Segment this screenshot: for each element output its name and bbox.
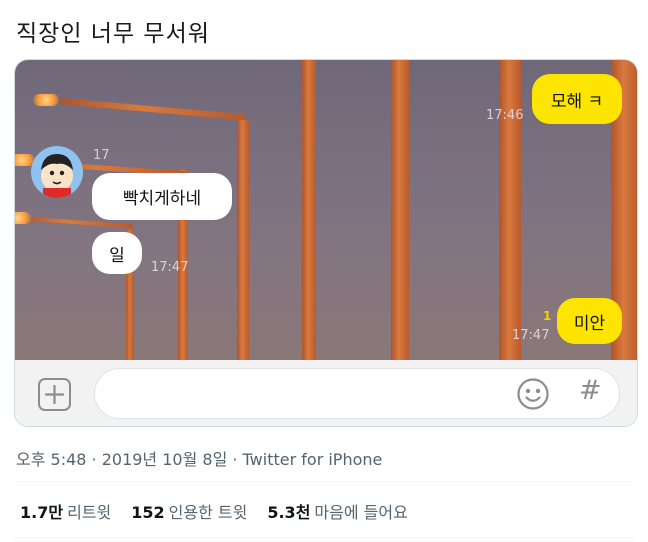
quote-count: 152 bbox=[131, 503, 165, 522]
message-time: 17:46 bbox=[486, 108, 524, 123]
street-lamp bbox=[33, 94, 59, 106]
street-lamp bbox=[15, 212, 31, 224]
emoji-icon bbox=[517, 378, 549, 410]
their-message-bubble[interactable]: 빡치게하네 bbox=[92, 173, 232, 220]
quote-stat[interactable]: 152 인용한 트윗 bbox=[131, 499, 247, 523]
media-card[interactable]: 17:46 모해 ㅋ 17 빡치게하네 일 17:47 1 17:47 미안 # bbox=[14, 59, 638, 427]
like-count: 5.3천 bbox=[267, 503, 311, 522]
retweet-label: 리트윗 bbox=[67, 503, 112, 522]
quote-label: 인용한 트윗 bbox=[168, 503, 248, 522]
street-pole-arm bbox=[58, 98, 245, 121]
emoji-button[interactable] bbox=[516, 377, 550, 411]
street-pole bbox=[237, 120, 249, 360]
avatar[interactable] bbox=[31, 146, 83, 198]
street-pole bbox=[302, 60, 316, 360]
my-message-bubble[interactable]: 미안 bbox=[557, 298, 622, 344]
divider bbox=[14, 537, 634, 538]
divider bbox=[14, 481, 634, 482]
message-time: 17:47 bbox=[512, 328, 550, 343]
plus-icon bbox=[45, 385, 64, 404]
tweet-text: 직장인 너무 무서워 bbox=[16, 21, 210, 47]
like-label: 마음에 들어요 bbox=[314, 503, 408, 522]
street-pole bbox=[499, 60, 521, 360]
retweet-stat[interactable]: 1.7만 리트윗 bbox=[20, 499, 111, 523]
hash-button[interactable]: # bbox=[579, 375, 602, 406]
sender-name: 17 bbox=[93, 148, 110, 163]
unread-count: 1 bbox=[543, 309, 552, 323]
street-pole bbox=[391, 60, 409, 360]
avatar-image-icon bbox=[41, 154, 73, 198]
their-message-bubble[interactable]: 일 bbox=[92, 232, 142, 274]
attach-button[interactable] bbox=[38, 378, 71, 411]
message-time: 17:47 bbox=[151, 260, 189, 275]
tweet-stats: 1.7만 리트윗 152 인용한 트윗 5.3천 마음에 들어요 bbox=[20, 499, 408, 523]
like-stat[interactable]: 5.3천 마음에 들어요 bbox=[267, 499, 407, 523]
retweet-count: 1.7만 bbox=[20, 503, 64, 522]
hash-icon: # bbox=[579, 375, 602, 406]
tweet-meta[interactable]: 오후 5:48 · 2019년 10월 8일 · Twitter for iPh… bbox=[16, 446, 382, 470]
my-message-bubble[interactable]: 모해 ㅋ bbox=[532, 74, 622, 124]
chat-input-bar: # bbox=[15, 360, 637, 426]
